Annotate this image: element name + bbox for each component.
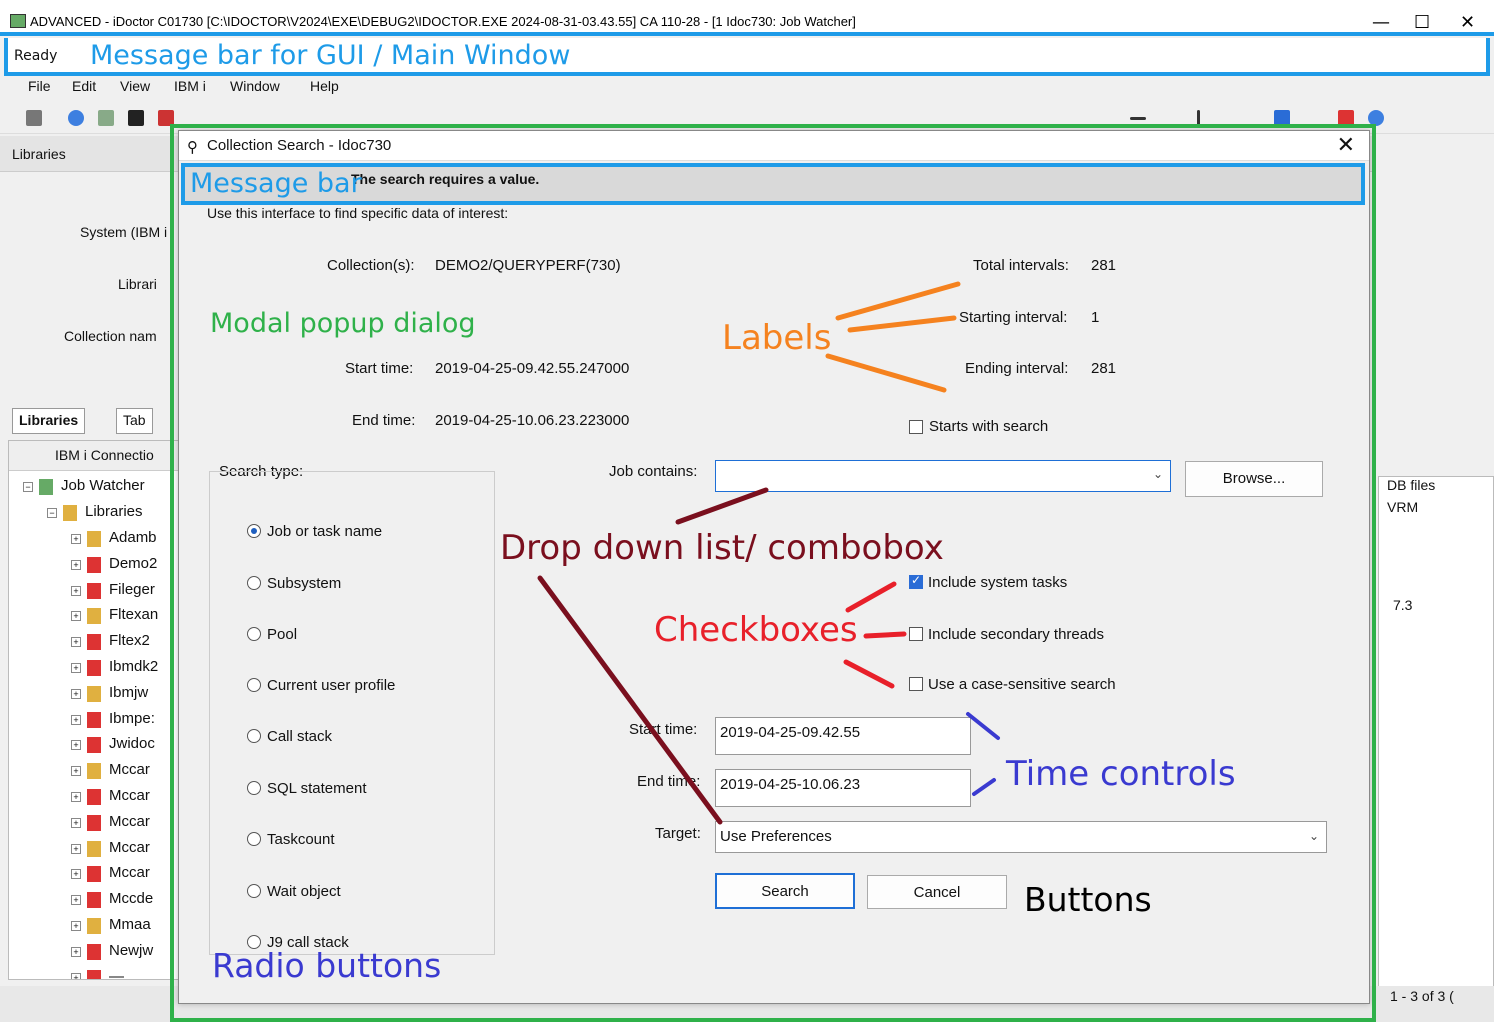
time-arrow-1 [966,712,1000,740]
checkbox-arrow-2 [863,631,907,639]
annotation-main-message-bar: Message bar for GUI / Main Window [90,40,571,71]
annotation-radio-buttons: Radio buttons [212,946,442,985]
labels-arrow-1 [835,281,961,321]
annotation-buttons: Buttons [1024,880,1152,919]
checkbox-arrow-1 [845,581,897,613]
labels-arrow-2 [847,315,957,333]
annotation-strokes [537,281,1000,825]
checkbox-arrow-3 [843,659,895,689]
annotation-modal: Modal popup dialog [210,308,476,339]
annotation-dialog-message-bar: Message bar [190,168,362,199]
dropdown-arrow-1 [675,487,769,525]
labels-arrow-3 [825,353,947,393]
time-arrow-2 [972,778,996,796]
annotation-checkboxes: Checkboxes [654,610,858,650]
annotation-dropdown: Drop down list/ combobox [500,528,944,568]
annotation-labels: Labels [722,318,832,358]
annotation-time-controls: Time controls [1006,754,1236,794]
